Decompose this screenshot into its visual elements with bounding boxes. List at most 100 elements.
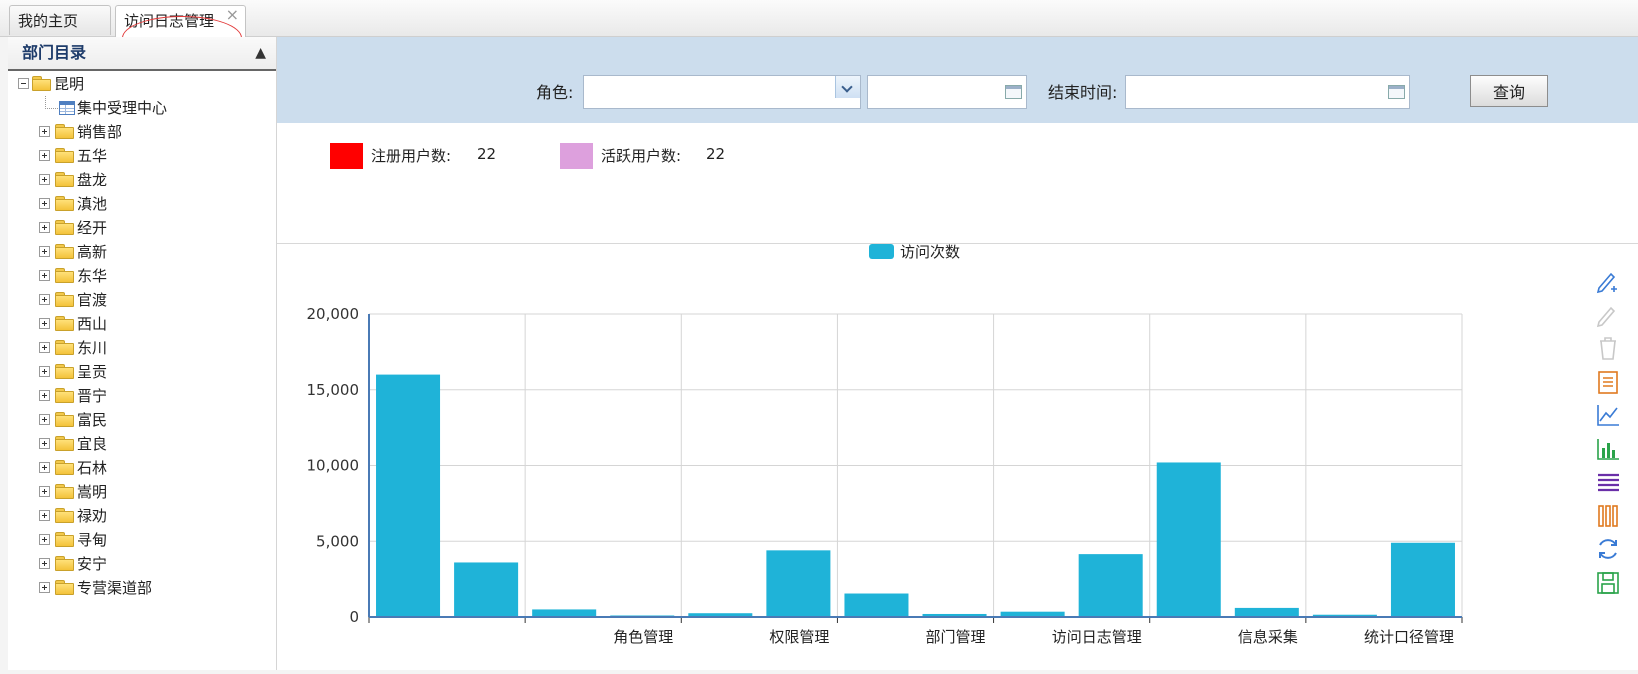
folder-icon — [55, 388, 74, 403]
expand-icon[interactable] — [39, 438, 50, 449]
expand-icon[interactable] — [39, 366, 50, 377]
tree-node[interactable]: 五华 — [8, 144, 276, 168]
chevron-up-icon[interactable]: ▲ — [255, 37, 266, 69]
tree-node-label: 禄劝 — [77, 507, 108, 525]
bar — [454, 562, 519, 617]
folder-icon — [55, 316, 74, 331]
refresh-icon[interactable] — [1595, 536, 1621, 562]
tree-node[interactable]: 东华 — [8, 264, 276, 288]
active-swatch — [560, 143, 593, 169]
collapse-icon[interactable] — [18, 78, 29, 89]
tree-node[interactable]: 安宁 — [8, 552, 276, 576]
expand-icon[interactable] — [39, 222, 50, 233]
tree-node[interactable]: 西山 — [8, 312, 276, 336]
add-edit-icon[interactable] — [1595, 268, 1621, 294]
rows-icon[interactable] — [1595, 469, 1621, 495]
report-icon[interactable] — [1595, 369, 1621, 395]
bar — [1078, 554, 1143, 617]
folder-icon — [55, 220, 74, 235]
expand-icon[interactable] — [39, 414, 50, 425]
folder-icon — [55, 556, 74, 571]
stats-panel: 注册用户数: 22 活跃用户数: 22 — [277, 123, 1638, 244]
tree-node[interactable]: 销售部 — [8, 120, 276, 144]
tree-node-label: 东华 — [77, 267, 108, 285]
bar — [844, 593, 909, 617]
end-time-label: 结束时间: — [1048, 83, 1118, 102]
expand-icon[interactable] — [39, 342, 50, 353]
expand-icon[interactable] — [39, 318, 50, 329]
expand-icon[interactable] — [39, 462, 50, 473]
calendar-icon[interactable] — [1388, 85, 1405, 99]
folder-icon — [55, 484, 74, 499]
tree-node-label: 经开 — [77, 219, 108, 237]
tree-node[interactable]: 禄劝 — [8, 504, 276, 528]
expand-icon[interactable] — [39, 558, 50, 569]
expand-icon[interactable] — [39, 150, 50, 161]
start-time-input[interactable] — [867, 75, 1027, 109]
bar — [1156, 462, 1221, 617]
tree-node-label: 东川 — [77, 339, 108, 357]
expand-icon[interactable] — [39, 510, 50, 521]
expand-icon[interactable] — [39, 174, 50, 185]
expand-icon[interactable] — [39, 270, 50, 281]
tree-node[interactable]: 盘龙 — [8, 168, 276, 192]
active-users-label: 活跃用户数: — [601, 147, 682, 165]
expand-icon[interactable] — [39, 486, 50, 497]
expand-icon[interactable] — [39, 390, 50, 401]
tree-node[interactable]: 滇池 — [8, 192, 276, 216]
tree-node-root[interactable]: 昆明 — [8, 72, 276, 96]
folder-icon — [55, 580, 74, 595]
end-time-input[interactable] — [1125, 75, 1410, 109]
role-select[interactable] — [583, 75, 861, 109]
folder-icon — [55, 124, 74, 139]
tree-node[interactable]: 寻甸 — [8, 528, 276, 552]
expand-icon[interactable] — [39, 294, 50, 305]
tree-node[interactable]: 高新 — [8, 240, 276, 264]
tab-home[interactable]: 我的主页 — [9, 5, 111, 35]
tree-node[interactable]: 专营渠道部 — [8, 576, 276, 600]
calendar-icon[interactable] — [1005, 85, 1022, 99]
folder-icon — [55, 292, 74, 307]
query-button[interactable]: 查询 — [1470, 75, 1548, 107]
x-tick-label: 访问日志管理 — [1052, 628, 1142, 646]
delete-icon[interactable] — [1595, 335, 1621, 361]
folder-icon — [55, 340, 74, 355]
folder-icon — [55, 148, 74, 163]
expand-icon[interactable] — [39, 126, 50, 137]
filter-bar: 角色: 结束时间: 查询 — [277, 37, 1638, 123]
legend-label: 访问次数 — [900, 244, 960, 261]
table-icon — [59, 101, 75, 115]
expand-icon[interactable] — [39, 198, 50, 209]
tree-node-label: 集中受理中心 — [77, 99, 168, 117]
tree-node[interactable]: 晋宁 — [8, 384, 276, 408]
tree-node[interactable]: 嵩明 — [8, 480, 276, 504]
line-chart-icon[interactable] — [1595, 402, 1621, 428]
columns-icon[interactable] — [1595, 503, 1621, 529]
tree-node-label: 销售部 — [77, 123, 123, 141]
tree-node[interactable]: 集中受理中心 — [8, 96, 276, 120]
tree-node[interactable]: 石林 — [8, 456, 276, 480]
x-tick-label: 部门管理 — [926, 628, 986, 646]
expand-icon[interactable] — [39, 534, 50, 545]
tree-node[interactable]: 富民 — [8, 408, 276, 432]
tree-node-label: 石林 — [77, 459, 108, 477]
tree-node-label: 安宁 — [77, 555, 108, 573]
role-label: 角色: — [536, 83, 574, 102]
bar — [532, 609, 597, 617]
tree-node[interactable]: 宜良 — [8, 432, 276, 456]
expand-icon[interactable] — [39, 582, 50, 593]
edit-icon[interactable] — [1595, 302, 1621, 328]
tree-line — [45, 96, 58, 109]
tree-node[interactable]: 东川 — [8, 336, 276, 360]
bar — [1390, 542, 1455, 617]
tree-node[interactable]: 经开 — [8, 216, 276, 240]
save-icon[interactable] — [1595, 570, 1621, 596]
bar-chart-icon[interactable] — [1595, 436, 1621, 462]
department-tree: 昆明 集中受理中心 销售部五华盘龙滇池经开高新东华官渡 西山东川呈贡 晋宁 富民 宜良石林… — [8, 72, 276, 600]
expand-icon[interactable] — [39, 246, 50, 257]
sidebar-title: 部门目录 — [22, 43, 87, 62]
chevron-down-icon[interactable] — [835, 76, 860, 98]
tree-node-label: 盘龙 — [77, 171, 108, 189]
tree-node[interactable]: 官渡 — [8, 288, 276, 312]
tree-node[interactable]: 呈贡 — [8, 360, 276, 384]
